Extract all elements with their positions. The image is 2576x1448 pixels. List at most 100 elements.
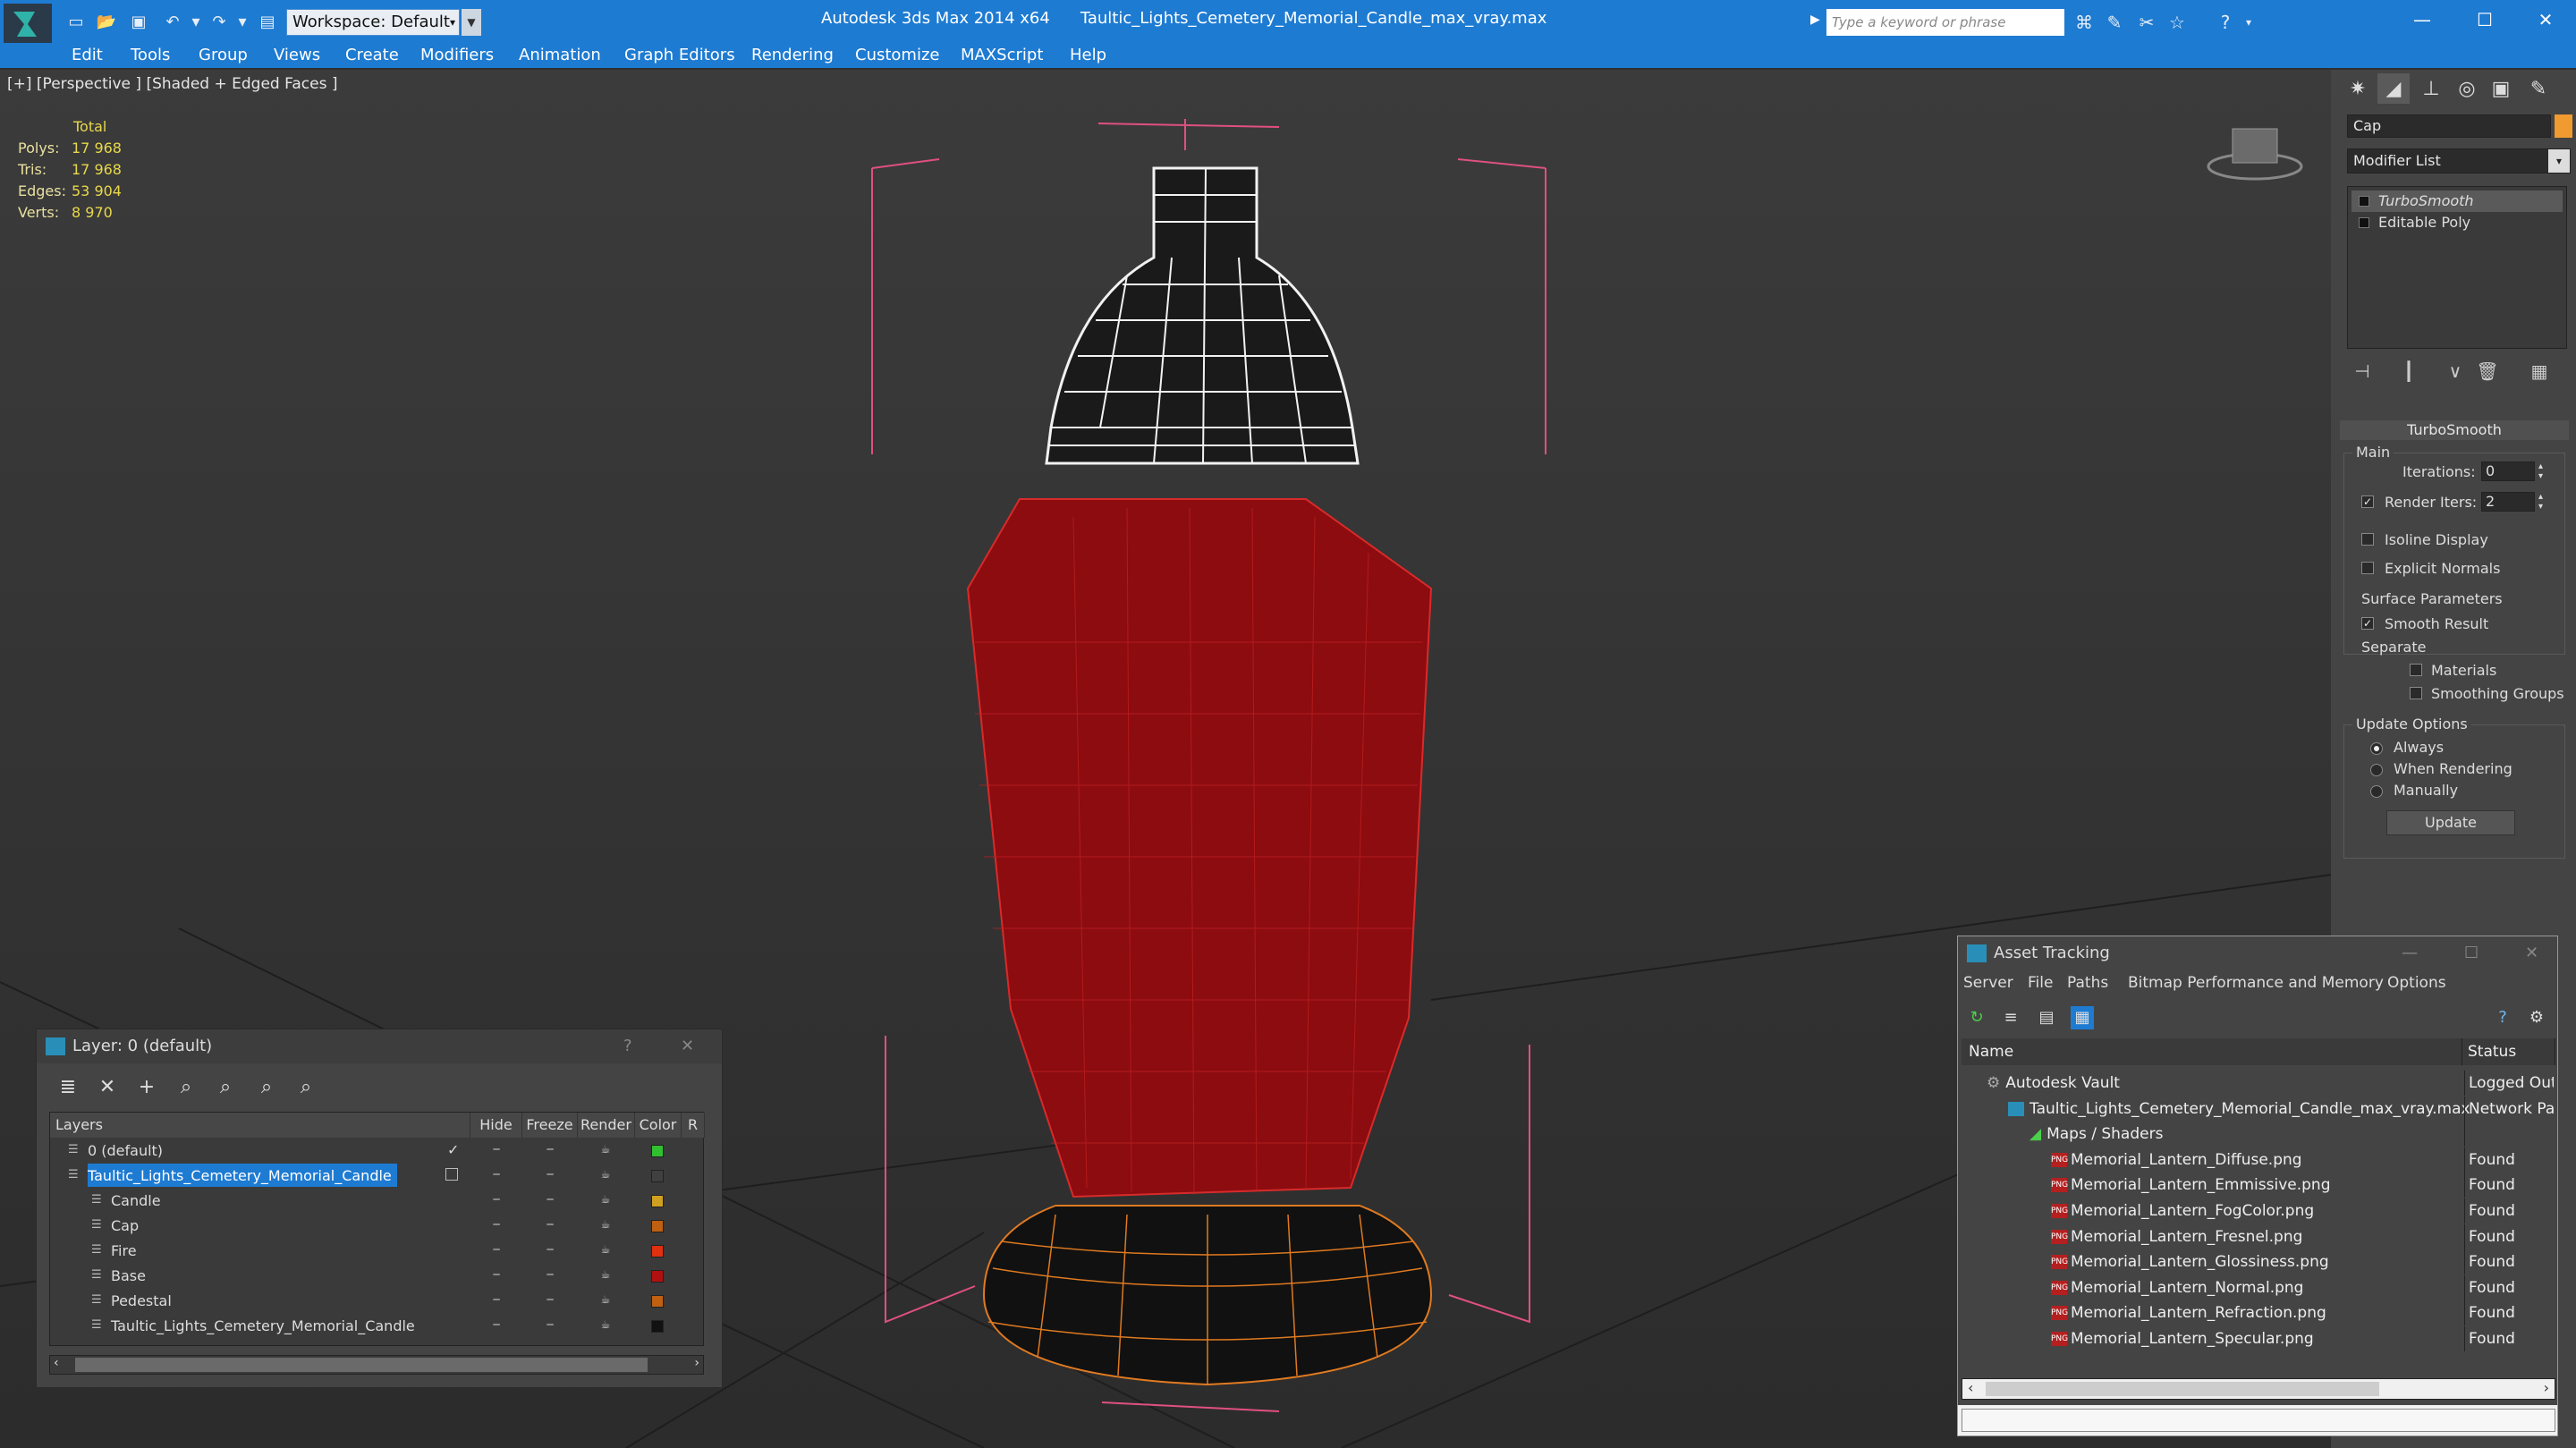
hide-all-icon[interactable]: ⌕ [253, 1074, 280, 1101]
asset-row[interactable]: ◢ Maps / Shaders [1960, 1122, 2464, 1147]
lightbulb-icon[interactable] [2359, 196, 2369, 207]
freeze-toggle[interactable]: ━ [542, 1319, 558, 1330]
modify-tab-icon[interactable]: ◢ [2377, 73, 2410, 104]
layer-row[interactable]: ☰ Candle ━ ━ ☕ [50, 1188, 705, 1213]
set-current-box[interactable] [445, 1168, 458, 1181]
layer-name[interactable]: Taultic_Lights_Cemetery_Memorial_Candle [88, 1164, 397, 1187]
help-icon[interactable]: ? [2213, 11, 2238, 34]
show-end-result-icon[interactable]: ┃ [2395, 358, 2422, 385]
search-input[interactable]: Type a keyword or phrase [1826, 9, 2064, 36]
asset-menu-server[interactable]: Server [1963, 974, 2013, 992]
app-logo-icon[interactable] [4, 4, 52, 45]
render-teapot-icon[interactable]: ☕ [597, 1169, 614, 1180]
explicit-normals-checkbox[interactable] [2361, 562, 2374, 574]
communication-icon[interactable]: ✂ [2134, 11, 2159, 34]
layer-name[interactable]: 0 (default) [88, 1139, 168, 1162]
motion-tab-icon[interactable]: ◎ [2451, 73, 2483, 104]
hide-toggle[interactable]: ━ [488, 1144, 504, 1155]
hierarchy-tab-icon[interactable]: ⊥ [2415, 73, 2447, 104]
layer-color-swatch[interactable] [651, 1270, 664, 1283]
layer-color-swatch[interactable] [651, 1245, 664, 1257]
modifier-list-dropdown[interactable]: Modifier List ▾ [2347, 148, 2571, 174]
layer-row[interactable]: ☰ Base ━ ━ ☕ [50, 1263, 705, 1288]
search-expand-icon[interactable]: ▶ [1810, 13, 1820, 27]
quick-access-dropdown-icon[interactable]: ▼ [462, 9, 481, 36]
always-radio[interactable] [2370, 742, 2383, 755]
hide-toggle[interactable]: ━ [488, 1244, 504, 1255]
help-icon[interactable]: ? [623, 1029, 632, 1063]
help-dropdown-icon[interactable]: ▾ [2236, 11, 2261, 34]
asset-tracking-titlebar[interactable]: Asset Tracking — ☐ ✕ [1958, 936, 2557, 970]
remove-modifier-icon[interactable]: 🗑 [2474, 358, 2501, 385]
candle-model[interactable] [966, 166, 1433, 1386]
asset-row[interactable]: PNG Memorial_Lantern_Glossiness.png [1960, 1249, 2464, 1274]
display-tab-icon[interactable]: ▣ [2485, 73, 2517, 104]
menu-create[interactable]: Create [345, 45, 399, 66]
asset-row[interactable]: PNG Memorial_Lantern_Fresnel.png [1960, 1224, 2464, 1249]
asset-menu-paths[interactable]: Paths [2067, 974, 2108, 992]
asset-menu-file[interactable]: File [2028, 974, 2053, 992]
layer-row[interactable]: ☰ Taultic_Lights_Cemetery_Memorial_Candle… [50, 1313, 705, 1338]
menu-animation[interactable]: Animation [519, 45, 601, 66]
layer-color-swatch[interactable] [651, 1170, 664, 1182]
col-radiosity[interactable]: R [682, 1113, 705, 1138]
open-file-icon[interactable]: 📂 [95, 11, 118, 32]
layer-color-swatch[interactable] [651, 1220, 664, 1232]
layer-color-swatch[interactable] [651, 1295, 664, 1308]
layer-color-swatch[interactable] [651, 1145, 664, 1157]
layer-name[interactable]: Cap [111, 1214, 144, 1237]
scroll-right-icon[interactable]: › [2544, 1379, 2549, 1396]
layer-name[interactable]: Taultic_Lights_Cemetery_Memorial_Candle [111, 1314, 420, 1337]
asset-scrollbar[interactable]: ‹ › [1962, 1378, 2555, 1400]
select-objects-icon[interactable]: ⌕ [173, 1074, 199, 1101]
favorites-star-icon[interactable]: ☆ [2165, 11, 2190, 34]
layer-color-swatch[interactable] [651, 1320, 664, 1333]
col-hide[interactable]: Hide [470, 1113, 522, 1138]
menu-help[interactable]: Help [1070, 45, 1106, 66]
create-tab-icon[interactable]: ✷ [2342, 73, 2374, 104]
materials-checkbox[interactable] [2410, 664, 2422, 676]
menu-edit[interactable]: Edit [72, 45, 103, 66]
asset-menu-bitmap[interactable]: Bitmap Performance and Memory [2128, 974, 2384, 992]
spinner-arrows-icon[interactable]: ▴ ▾ [2538, 461, 2543, 481]
freeze-toggle[interactable]: ━ [542, 1144, 558, 1155]
menu-graph-editors[interactable]: Graph Editors [624, 45, 735, 66]
layer-name[interactable]: Pedestal [111, 1289, 177, 1312]
scroll-right-icon[interactable]: › [694, 1356, 699, 1370]
when-rendering-radio[interactable] [2370, 764, 2383, 776]
scroll-thumb[interactable] [75, 1358, 648, 1372]
layer-scrollbar[interactable]: ‹ › [49, 1355, 704, 1375]
new-file-icon[interactable]: ▭ [64, 11, 88, 32]
freeze-toggle[interactable]: ━ [542, 1194, 558, 1205]
col-render[interactable]: Render [578, 1113, 635, 1138]
asset-row[interactable]: PNG Memorial_Lantern_FogColor.png [1960, 1198, 2464, 1224]
smoothing-groups-checkbox[interactable] [2410, 687, 2422, 699]
freeze-toggle[interactable]: ━ [542, 1219, 558, 1230]
layer-name[interactable]: Fire [111, 1239, 142, 1262]
menu-modifiers[interactable]: Modifiers [420, 45, 494, 66]
turbosmooth-rollout-header[interactable]: TurboSmooth [2340, 420, 2569, 440]
menu-rendering[interactable]: Rendering [751, 45, 834, 66]
help-icon[interactable]: ? [2491, 1006, 2514, 1029]
freeze-toggle[interactable]: ━ [542, 1244, 558, 1255]
menu-maxscript[interactable]: MAXScript [961, 45, 1043, 66]
asset-row[interactable]: PNG Memorial_Lantern_Normal.png [1960, 1275, 2464, 1300]
list-view-icon[interactable]: ≡ [1999, 1006, 2022, 1029]
maximize-icon[interactable]: ☐ [2458, 4, 2512, 36]
hide-toggle[interactable]: ━ [488, 1269, 504, 1280]
render-teapot-icon[interactable]: ☕ [597, 1244, 614, 1255]
expand-icon[interactable] [2359, 217, 2369, 228]
hide-toggle[interactable]: ━ [488, 1319, 504, 1330]
refresh-icon[interactable]: ↻ [1965, 1006, 1988, 1029]
layer-name[interactable]: Base [111, 1264, 151, 1287]
layer-name[interactable]: Candle [111, 1189, 166, 1212]
render-teapot-icon[interactable]: ☕ [597, 1144, 614, 1155]
render-iters-checkbox[interactable]: ✓ [2361, 495, 2374, 508]
asset-row[interactable]: PNG Memorial_Lantern_Specular.png [1960, 1326, 2464, 1351]
layer-row[interactable]: ☰ Pedestal ━ ━ ☕ [50, 1288, 705, 1313]
layer-color-swatch[interactable] [651, 1195, 664, 1207]
binoculars-icon[interactable]: ⌘ [2072, 11, 2097, 34]
update-button[interactable]: Update [2386, 810, 2515, 835]
subscription-icon[interactable]: ✎ [2102, 11, 2127, 34]
asset-row[interactable]: ⚙ Autodesk Vault [1960, 1071, 2464, 1096]
